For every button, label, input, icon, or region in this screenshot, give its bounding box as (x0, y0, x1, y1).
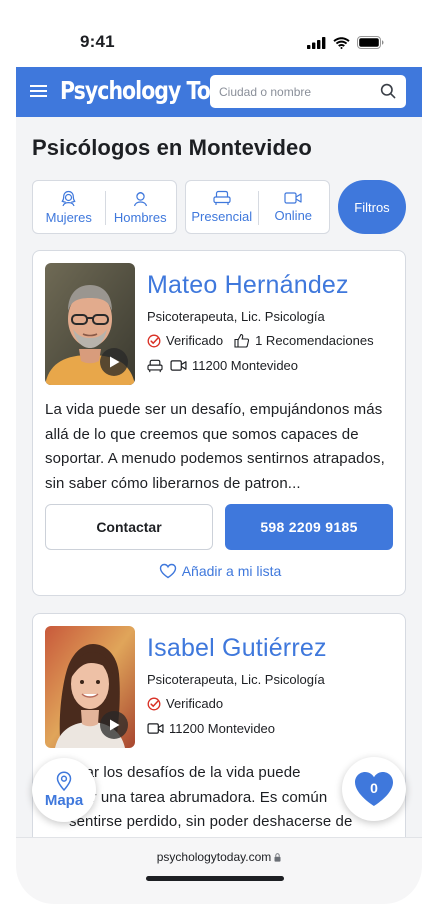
filter-men[interactable]: Hombres (104, 181, 177, 233)
therapist-card[interactable]: Isabel Gutiérrez Psicoterapeuta, Lic. Ps… (32, 613, 406, 853)
browser-url-bar[interactable]: psychologytoday.com (16, 837, 422, 904)
man-icon (133, 191, 147, 206)
verified-check-icon (147, 697, 161, 710)
location-label: 11200 Montevideo (169, 721, 276, 736)
add-to-list-button[interactable]: Añadir a mi lista (33, 563, 405, 579)
phone-button[interactable]: 598 2209 9185 (225, 504, 393, 550)
status-icons (307, 36, 384, 49)
filter-women[interactable]: Mujeres (33, 181, 105, 233)
signal-icon (307, 36, 326, 49)
search-box (210, 75, 406, 108)
page-title: Psicólogos en Montevideo (32, 135, 312, 160)
status-bar: 9:41 (16, 0, 422, 67)
map-pin-icon (56, 771, 72, 791)
therapist-card[interactable]: Mateo Hernández Psicoterapeuta, Lic. Psi… (32, 250, 406, 596)
play-icon (109, 356, 119, 368)
play-video-button[interactable] (100, 348, 128, 376)
favorites-button[interactable]: 0 (342, 757, 406, 821)
results-page: Psicólogos en Montevideo Mujeres Hombres… (16, 117, 422, 853)
status-time: 9:41 (80, 32, 115, 51)
filter-in-person-label: Presencial (191, 209, 253, 224)
favorites-count: 0 (370, 780, 378, 796)
lock-icon (274, 852, 281, 862)
heart-outline-icon (159, 563, 176, 579)
therapist-bio[interactable]: La vida puede ser un desafío, empujándon… (45, 398, 397, 496)
therapist-location: 11200 Montevideo (147, 721, 275, 736)
url-text: psychologytoday.com (156, 850, 272, 864)
search-icon[interactable] (380, 83, 396, 99)
url-display[interactable]: psychologytoday.com (16, 850, 422, 864)
therapist-photo[interactable] (45, 263, 135, 385)
filter-online[interactable]: Online (257, 181, 330, 233)
battery-icon (357, 36, 384, 49)
armchair-icon (213, 190, 231, 205)
phone-screen: 9:41 Psychology Today Ciudad o nombre Ps… (16, 0, 422, 904)
play-icon (109, 719, 119, 731)
therapist-name[interactable]: Isabel Gutiérrez (147, 634, 327, 663)
top-header: Psychology Today (16, 67, 422, 117)
add-to-list-label: Añadir a mi lista (181, 563, 282, 579)
therapist-credentials: Psicoterapeuta, Lic. Psicología (147, 309, 325, 324)
location-label: 11200 Montevideo (192, 358, 299, 373)
video-icon (147, 723, 164, 734)
therapist-credentials: Psicoterapeuta, Lic. Psicología (147, 672, 325, 687)
filter-women-label: Mujeres (45, 209, 92, 225)
therapist-badges: Verificado (147, 696, 223, 711)
thumbs-up-icon (234, 333, 250, 348)
wifi-icon (333, 36, 350, 49)
filter-in-person[interactable]: Presencial (186, 181, 258, 233)
filter-men-label: Hombres (113, 209, 167, 225)
verified-label: Verificado (166, 696, 224, 711)
contact-button[interactable]: Contactar (45, 504, 213, 550)
recommendations-label: 1 Recomendaciones (255, 333, 374, 348)
filter-online-label: Online (274, 208, 313, 223)
map-label: Mapa (44, 792, 84, 809)
video-icon (284, 192, 302, 204)
hamburger-menu-icon[interactable] (30, 82, 48, 100)
therapist-photo[interactable] (45, 626, 135, 748)
bio-line: sentirse perdido, sin poder deshacerse d… (69, 813, 353, 830)
therapist-location: 11200 Montevideo (147, 358, 298, 373)
armchair-icon (147, 359, 163, 372)
filters-button[interactable]: Filtros (338, 180, 406, 234)
video-icon (170, 360, 187, 371)
verified-label: Verificado (166, 333, 224, 348)
search-input[interactable] (210, 75, 370, 108)
home-indicator[interactable] (146, 876, 284, 881)
map-button[interactable]: Mapa (32, 758, 96, 822)
therapist-badges: Verificado 1 Recomendaciones (147, 333, 374, 348)
therapist-name[interactable]: Mateo Hernández (147, 271, 349, 300)
woman-icon (61, 190, 76, 206)
verified-check-icon (147, 334, 161, 347)
gender-filter-group: Mujeres Hombres (32, 180, 177, 234)
session-mode-filter-group: Presencial Online (185, 180, 330, 234)
play-video-button[interactable] (100, 711, 128, 739)
